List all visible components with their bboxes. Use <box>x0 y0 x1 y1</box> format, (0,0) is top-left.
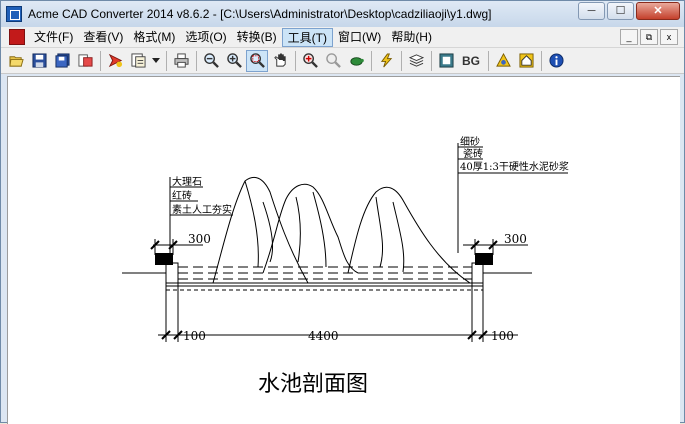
properties-icon <box>495 53 511 67</box>
right-note-line-2: 瓷砖 <box>463 147 483 160</box>
window-title: Acme CAD Converter 2014 v8.6.2 - [C:\Use… <box>28 7 492 21</box>
zoom-realtime-icon <box>325 53 341 68</box>
zoom-in-icon <box>226 53 242 68</box>
layout-button[interactable] <box>127 50 149 72</box>
rock-mountain-2 <box>262 183 359 274</box>
zoom-in-button[interactable] <box>223 50 245 72</box>
doc-minimize-button[interactable]: _ <box>620 29 638 45</box>
convert-button[interactable] <box>74 50 96 72</box>
toolbar-separator <box>488 50 489 71</box>
toolbar-separator <box>196 50 197 71</box>
toolbar-separator <box>431 50 432 71</box>
left-note-line-3: 素土人工夯实 <box>172 203 232 216</box>
drawing-title: 水池剖面图 <box>258 372 368 397</box>
background-button[interactable] <box>435 50 457 72</box>
layout-dropdown[interactable] <box>150 50 162 72</box>
drawing-canvas[interactable]: 100 4400 100 300 300 大理石 红砖 素土人工夯实 细砂 瓷砖… <box>7 76 680 424</box>
rock-detail-1 <box>244 180 273 268</box>
menu-convert[interactable]: 转换(B) <box>232 28 282 47</box>
save-all-button[interactable] <box>51 50 73 72</box>
close-button[interactable]: ✕ <box>636 2 680 20</box>
turtle-button[interactable] <box>345 50 367 72</box>
right-note-line-1: 细砂 <box>460 135 480 148</box>
right-wall <box>471 262 484 284</box>
menu-view[interactable]: 查看(V) <box>78 28 128 47</box>
bg-icon: BG <box>462 53 480 68</box>
window-controls: ─ ☐ ✕ <box>578 2 680 20</box>
home-icon <box>518 53 534 68</box>
rock-detail-2 <box>295 191 327 268</box>
convert-icon <box>77 54 93 67</box>
dim-bottom-mid: 4400 <box>308 329 339 343</box>
toolbar-separator <box>541 50 542 71</box>
right-coping-stone <box>475 253 493 265</box>
toolbar-separator <box>295 50 296 71</box>
dim-top-right: 300 <box>504 232 527 246</box>
cad-drawing: 100 4400 100 300 300 大理石 红砖 素土人工夯实 细砂 瓷砖… <box>122 135 569 397</box>
left-note-line-1: 大理石 <box>172 175 202 188</box>
left-wall <box>165 262 179 284</box>
document-icon[interactable] <box>9 29 25 45</box>
menu-help[interactable]: 帮助(H) <box>386 28 437 47</box>
minimize-button[interactable]: ─ <box>578 2 605 20</box>
app-icon[interactable] <box>6 6 22 22</box>
menu-file[interactable]: 文件(F) <box>29 28 78 47</box>
print-icon <box>173 53 189 68</box>
document-controls: _ ⧉ x <box>620 29 678 45</box>
maximize-button[interactable]: ☐ <box>607 2 634 20</box>
rock-detail-3 <box>375 196 405 273</box>
toolbar-separator <box>100 50 101 71</box>
layout-icon <box>130 53 146 68</box>
zoom-window-button[interactable] <box>246 49 268 72</box>
open-icon <box>8 56 24 67</box>
open-button[interactable] <box>5 50 27 72</box>
title-bar[interactable]: Acme CAD Converter 2014 v8.6.2 - [C:\Use… <box>1 1 684 27</box>
menu-bar: 文件(F) 查看(V) 格式(M) 选项(O) 转换(B) 工具(T) 窗口(W… <box>1 27 684 48</box>
bg-button[interactable]: BG <box>458 50 484 72</box>
dim-bottom-right: 100 <box>491 329 514 343</box>
right-note-line-3: 40厚1:3干硬性水泥砂浆 <box>460 160 569 173</box>
zoom-extents-button[interactable] <box>299 50 321 72</box>
toolbar-separator <box>401 50 402 71</box>
menu-format[interactable]: 格式(M) <box>128 28 180 47</box>
batch-button[interactable] <box>104 50 126 72</box>
turtle-icon <box>349 57 364 66</box>
batch-icon <box>108 53 122 68</box>
lightning-icon <box>380 53 392 68</box>
zoom-extents-icon <box>302 53 318 68</box>
zoom-window-icon <box>249 53 265 68</box>
layers-button[interactable] <box>405 50 427 72</box>
zoom-out-icon <box>203 53 219 68</box>
pan-button[interactable] <box>269 50 291 72</box>
pan-icon <box>273 53 286 67</box>
background-icon <box>438 53 454 68</box>
dim-bottom-left: 100 <box>183 329 206 343</box>
properties-button[interactable] <box>492 50 514 72</box>
about-icon <box>548 53 564 68</box>
doc-restore-button[interactable]: ⧉ <box>640 29 658 45</box>
left-note-line-2: 红砖 <box>172 189 192 202</box>
doc-close-button[interactable]: x <box>660 29 678 45</box>
app-window: Acme CAD Converter 2014 v8.6.2 - [C:\Use… <box>0 0 685 424</box>
regen-button[interactable] <box>375 50 397 72</box>
about-button[interactable] <box>545 50 567 72</box>
print-button[interactable] <box>170 50 192 72</box>
toolbar: BG <box>1 48 684 74</box>
dropdown-icon <box>152 57 160 63</box>
layers-icon <box>408 54 424 67</box>
zoom-out-button[interactable] <box>200 50 222 72</box>
toolbar-separator <box>371 50 372 71</box>
menu-window[interactable]: 窗口(W) <box>333 28 386 47</box>
save-button[interactable] <box>28 50 50 72</box>
dim-top-left: 300 <box>188 232 211 246</box>
rock-mountain-3 <box>347 186 471 284</box>
menu-options[interactable]: 选项(O) <box>180 28 231 47</box>
menu-tools[interactable]: 工具(T) <box>281 27 333 47</box>
toolbar-separator <box>166 50 167 71</box>
home-button[interactable] <box>515 50 537 72</box>
zoom-realtime-button[interactable] <box>322 50 344 72</box>
save-icon <box>31 53 47 68</box>
save-all-icon <box>54 53 70 68</box>
